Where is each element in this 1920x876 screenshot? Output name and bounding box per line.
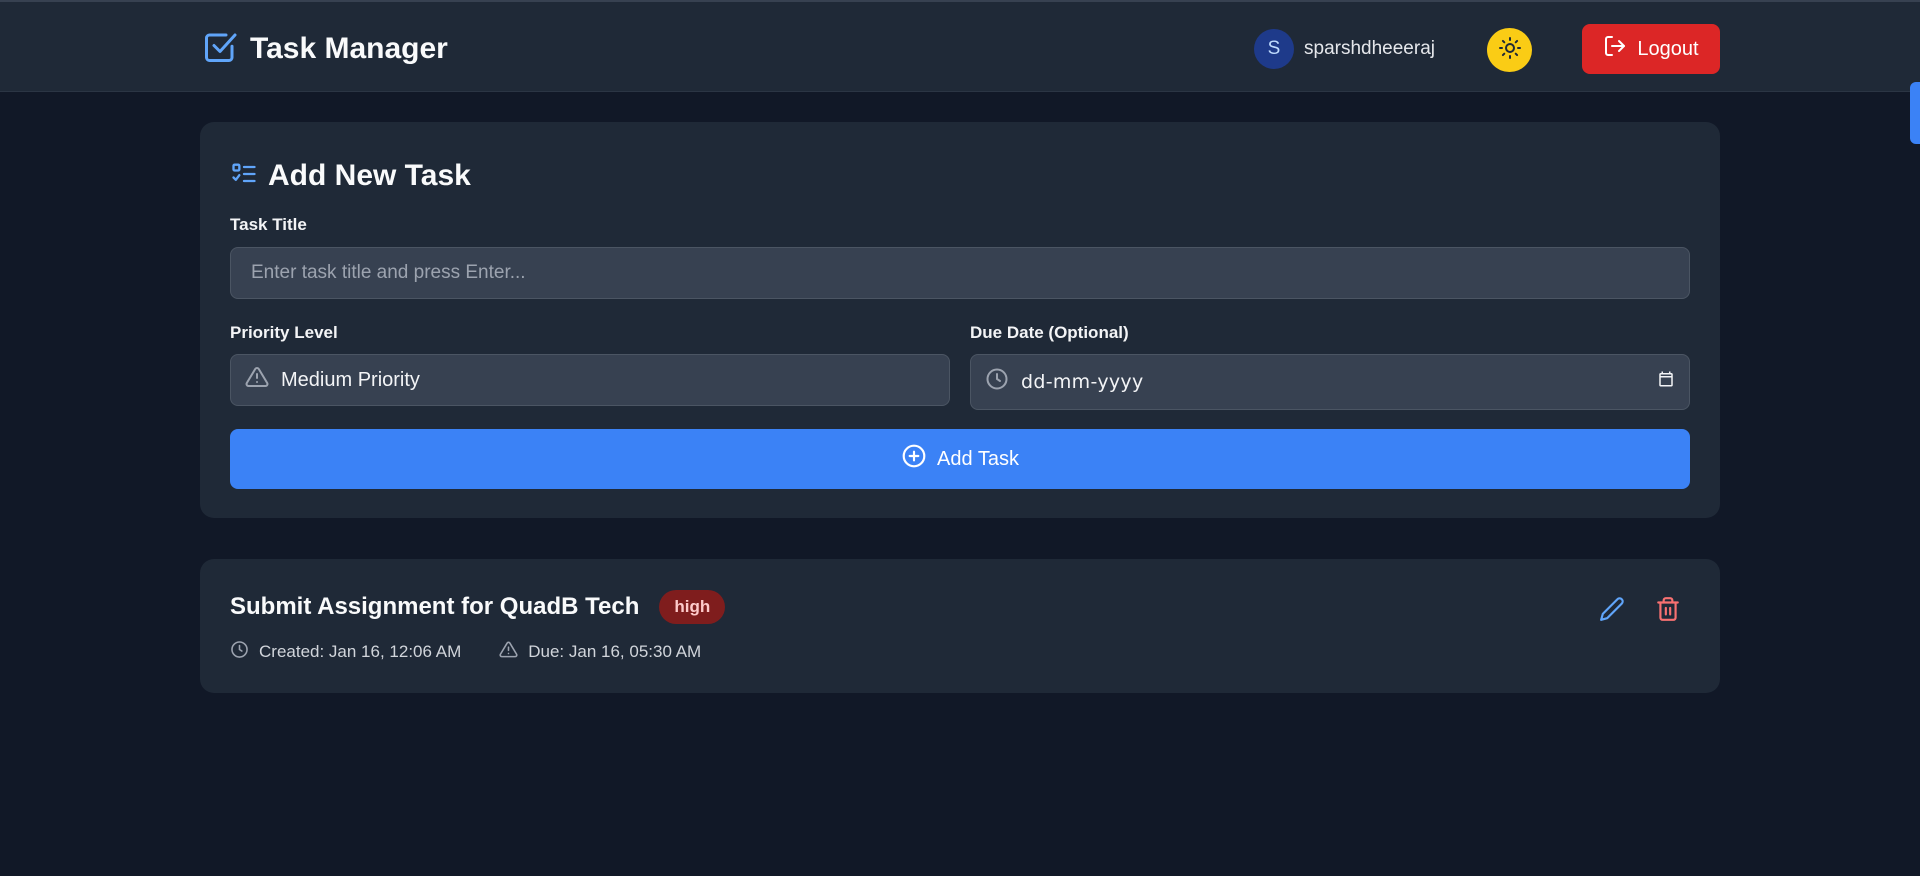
trash-icon xyxy=(1655,596,1681,627)
avatar: S xyxy=(1254,29,1294,69)
sun-icon xyxy=(1498,36,1522,65)
task-title: Submit Assignment for QuadB Tech xyxy=(230,593,640,620)
list-check-icon xyxy=(230,160,258,193)
plus-circle-icon xyxy=(901,443,927,475)
calendar-icon[interactable] xyxy=(1657,370,1675,394)
task-meta: Created: Jan 16, 12:06 AM Due: Jan 16, 0… xyxy=(230,641,701,663)
due-date-input[interactable]: dd-mm-yyyy xyxy=(970,354,1690,410)
edit-task-button[interactable] xyxy=(1596,595,1628,627)
add-task-title: Add New Task xyxy=(268,159,471,192)
theme-toggle-button[interactable] xyxy=(1487,28,1532,72)
app-title: Task Manager xyxy=(250,32,448,65)
add-task-label: Add Task xyxy=(937,447,1019,470)
warning-icon xyxy=(245,365,269,395)
logout-button[interactable]: Logout xyxy=(1582,24,1720,74)
check-square-icon xyxy=(202,29,238,70)
pencil-icon xyxy=(1599,596,1625,627)
logout-label: Logout xyxy=(1637,37,1699,60)
user-profile: S sparshdheeeraj xyxy=(1254,29,1435,69)
due-info: Due: Jan 16, 05:30 AM xyxy=(499,640,701,664)
due-date-value: dd-mm-yyyy xyxy=(1021,371,1144,393)
priority-label: Priority Level xyxy=(230,323,338,342)
add-task-card: Add New Task Task Title Priority Level M… xyxy=(200,122,1720,518)
add-task-button[interactable]: Add Task xyxy=(230,429,1690,489)
add-task-heading: Add New Task xyxy=(230,156,471,196)
username: sparshdheeeraj xyxy=(1304,38,1435,59)
brand: Task Manager xyxy=(202,31,448,67)
warning-icon xyxy=(499,640,518,664)
priority-select[interactable]: Medium Priority xyxy=(230,354,950,406)
logout-icon xyxy=(1603,34,1627,64)
task-title-label: Task Title xyxy=(230,215,307,234)
due-date-label: Due Date (Optional) xyxy=(970,323,1129,342)
clock-icon xyxy=(985,367,1009,397)
task-actions xyxy=(1596,595,1684,627)
created-info: Created: Jan 16, 12:06 AM xyxy=(230,640,461,664)
task-title-field xyxy=(230,247,1690,299)
clock-icon xyxy=(230,640,249,664)
due-date: Due: Jan 16, 05:30 AM xyxy=(528,642,702,661)
delete-task-button[interactable] xyxy=(1652,595,1684,627)
priority-value: Medium Priority xyxy=(281,368,420,391)
task-item: Submit Assignment for QuadB Tech high Cr… xyxy=(200,559,1720,693)
priority-badge: high xyxy=(659,590,726,624)
task-title-input[interactable] xyxy=(251,262,1669,284)
top-navbar: Task Manager S sparshdheeeraj Logout xyxy=(0,0,1920,92)
created-date: Created: Jan 16, 12:06 AM xyxy=(259,642,462,661)
task-title-row: Submit Assignment for QuadB Tech high xyxy=(230,589,726,625)
side-scroll-tab[interactable] xyxy=(1910,82,1920,144)
